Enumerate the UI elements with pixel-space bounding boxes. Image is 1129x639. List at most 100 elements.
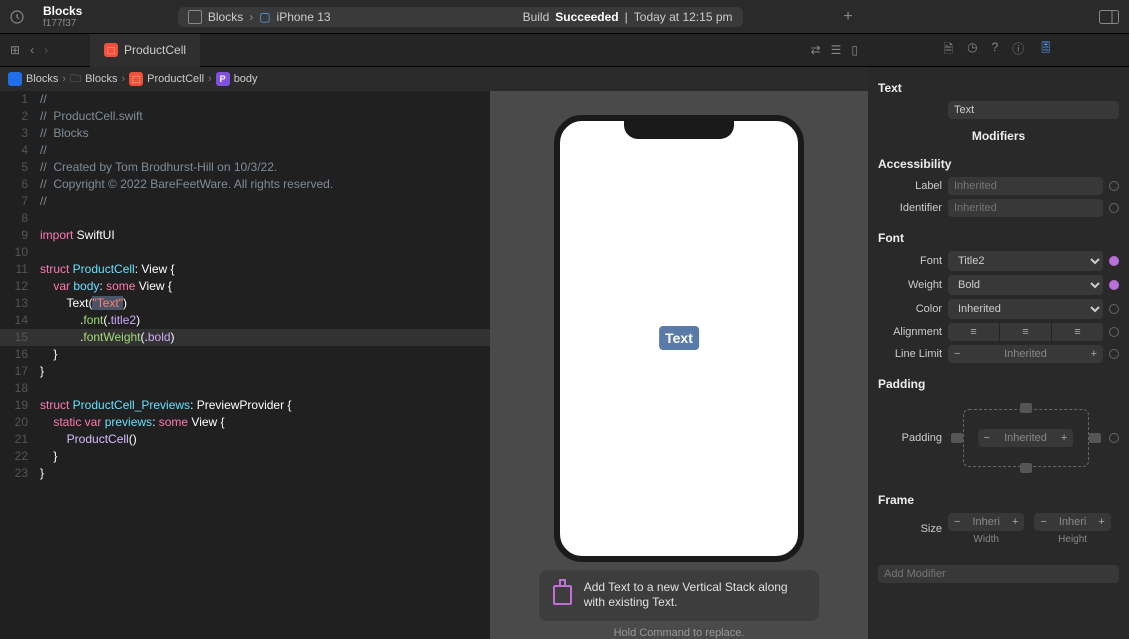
a11y-id-lbl: Identifier [878, 202, 942, 214]
linelimit-stepper[interactable]: − Inherited + [948, 345, 1103, 363]
padding-lbl: Padding [878, 432, 942, 444]
alignment-segmented[interactable]: ≡ ≡ ≡ [948, 323, 1103, 341]
crumb-2[interactable]: ProductCell [147, 73, 204, 85]
modifier-dot[interactable] [1109, 433, 1119, 443]
weight-lbl: Weight [878, 279, 942, 291]
a11y-label-lbl: Label [878, 180, 942, 192]
a11y-label-input[interactable] [948, 177, 1103, 195]
modifier-dot[interactable] [1109, 203, 1119, 213]
alignment-lbl: Alignment [878, 326, 942, 338]
tab-productcell[interactable]: ⬚ ProductCell [90, 34, 200, 67]
padding-val: Inherited [996, 429, 1055, 447]
height-stepper[interactable]: − Inheri + [1034, 513, 1110, 531]
assistant-icon[interactable]: ▯ [851, 43, 858, 57]
width-val: Inheri [966, 513, 1006, 531]
vstack-icon [553, 585, 572, 605]
stepper-minus[interactable]: − [978, 429, 996, 447]
code-editor[interactable]: 1//2// ProductCell.swift3// Blocks4//5//… [0, 91, 490, 639]
align-left[interactable]: ≡ [948, 323, 1000, 341]
activity-indicator[interactable] [0, 9, 33, 25]
swift-icon: ⬚ [104, 43, 118, 57]
align-center[interactable]: ≡ [1000, 323, 1052, 341]
scheme-icon [188, 10, 202, 24]
minimap-icon[interactable]: ☰ [831, 43, 842, 57]
identity-inspector-icon[interactable]: ⓘ [1012, 40, 1024, 61]
height-sublabel: Height [1034, 534, 1110, 545]
add-button[interactable]: + [828, 8, 868, 26]
align-right[interactable]: ≡ [1052, 323, 1103, 341]
device-frame: Text [554, 115, 804, 562]
color-select[interactable]: Inherited [948, 299, 1103, 319]
linelimit-val: Inherited [966, 345, 1084, 363]
stepper-plus[interactable]: + [1006, 513, 1024, 531]
accessibility-title: Accessibility [878, 157, 1119, 171]
color-lbl: Color [878, 303, 942, 315]
a11y-id-input[interactable] [948, 199, 1103, 217]
crumb-3[interactable]: body [234, 73, 258, 85]
width-sublabel: Width [948, 534, 1024, 545]
breadcrumb[interactable]: Blocks › 🗀 Blocks › ⬚ ProductCell › P bo… [0, 67, 868, 91]
crumb-1[interactable]: Blocks [85, 73, 117, 85]
nav-back[interactable]: ‹ [30, 43, 34, 57]
drop-hint: Add Text to a new Vertical Stack along w… [539, 570, 819, 621]
project-info: Blocks f177f37 [33, 4, 92, 29]
stepper-plus[interactable]: + [1085, 345, 1103, 363]
build-status-prefix: Build [523, 10, 550, 24]
scheme-destination-status[interactable]: Blocks › ▢ iPhone 13 Build Succeeded | T… [178, 7, 743, 27]
stepper-plus[interactable]: + [1092, 513, 1110, 531]
modifier-dot[interactable] [1109, 327, 1119, 337]
modifier-dot[interactable] [1109, 304, 1119, 314]
frame-title: Frame [878, 493, 1119, 507]
stepper-plus[interactable]: + [1055, 429, 1073, 447]
padding-title: Padding [878, 377, 1119, 391]
pad-right[interactable] [1089, 433, 1101, 443]
stepper-minus[interactable]: − [1034, 513, 1052, 531]
nav-forward[interactable]: › [44, 43, 48, 57]
history-inspector-icon[interactable]: ◷ [967, 40, 977, 61]
modifiers-title: Modifiers [878, 129, 1119, 143]
pad-top[interactable] [1020, 403, 1032, 413]
build-sep: | [625, 10, 628, 24]
canvas-preview[interactable]: Text Add Text to a new Vertical Stack al… [490, 91, 868, 639]
modifier-dot[interactable] [1109, 181, 1119, 191]
panel-toggle-icon[interactable] [1099, 10, 1119, 24]
file-inspector-icon[interactable]: 🗎 [943, 40, 953, 61]
build-status: Succeeded [555, 10, 618, 24]
chevron-right-icon: › [249, 10, 253, 24]
padding-control[interactable]: − Inherited + [951, 403, 1101, 473]
swift-icon: ⬚ [129, 72, 143, 86]
weight-select[interactable]: Bold [948, 275, 1103, 295]
stepper-minus[interactable]: − [948, 345, 966, 363]
device-name: iPhone 13 [277, 10, 331, 24]
hint-subtext: Hold Command to replace. [614, 627, 745, 639]
project-icon [8, 72, 22, 86]
hint-text: Add Text to a new Vertical Stack along w… [584, 580, 805, 611]
device-icon: ▢ [259, 10, 270, 24]
help-inspector-icon[interactable]: ? [992, 40, 999, 61]
scheme-name: Blocks [208, 10, 243, 24]
jump-icon[interactable]: ⇄ [811, 43, 821, 57]
attributes-inspector-icon[interactable]: 🎚 [1038, 40, 1053, 61]
text-value-input[interactable] [948, 101, 1119, 119]
preview-text[interactable]: Text [659, 326, 699, 350]
section-text-title: Text [878, 81, 1119, 95]
pad-bottom[interactable] [1020, 463, 1032, 473]
pad-left[interactable] [951, 433, 963, 443]
size-lbl: Size [878, 523, 942, 535]
modifier-dot-active[interactable] [1109, 280, 1119, 290]
modifier-dot-active[interactable] [1109, 256, 1119, 266]
modifier-dot[interactable] [1109, 349, 1119, 359]
attributes-inspector: Text Modifiers Accessibility Label Ident… [868, 67, 1129, 639]
width-stepper[interactable]: − Inheri + [948, 513, 1024, 531]
grid-icon[interactable]: ⊞ [10, 43, 20, 57]
property-icon: P [216, 72, 230, 86]
crumb-0[interactable]: Blocks [26, 73, 58, 85]
folder-icon: 🗀 [70, 70, 81, 89]
linelimit-lbl: Line Limit [878, 348, 942, 360]
font-title: Font [878, 231, 1119, 245]
font-select[interactable]: Title2 [948, 251, 1103, 271]
font-lbl: Font [878, 255, 942, 267]
add-modifier-input[interactable] [878, 565, 1119, 583]
project-name: Blocks [43, 4, 82, 18]
stepper-minus[interactable]: − [948, 513, 966, 531]
